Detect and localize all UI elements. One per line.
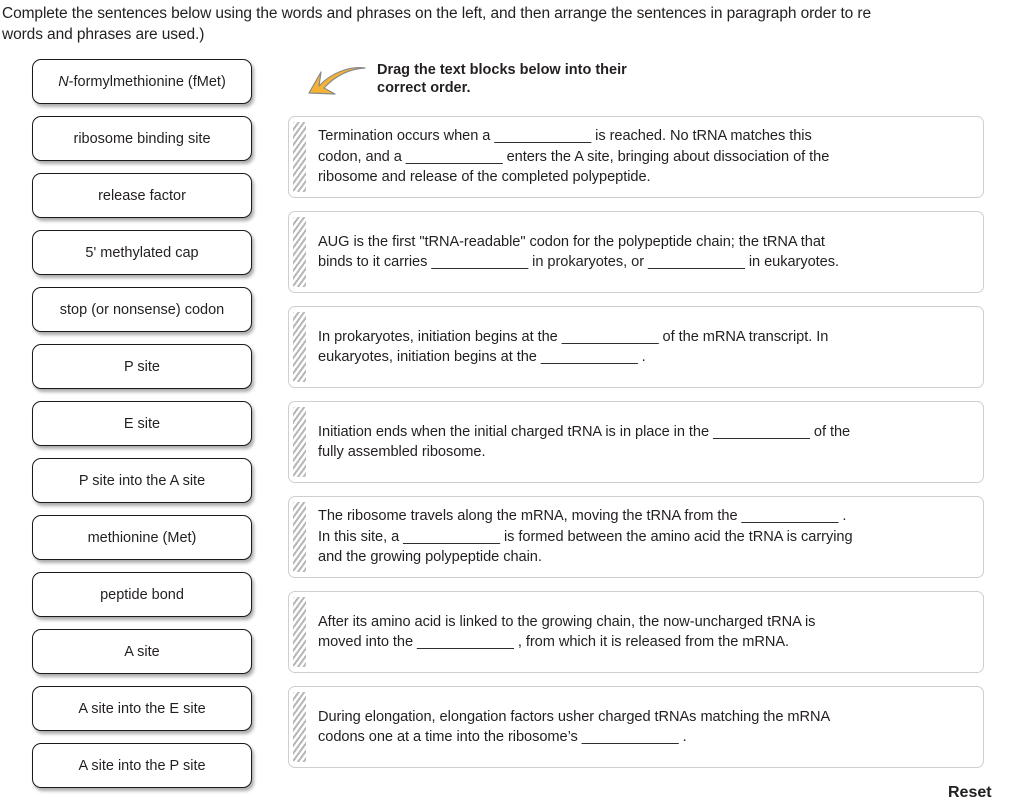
word-chip-a-site[interactable]: A site [32,629,252,674]
word-chip-stop-codon[interactable]: stop (or nonsense) codon [32,287,252,332]
page-instruction: Complete the sentences below using the w… [2,5,871,43]
drag-handle-icon[interactable] [293,502,306,572]
sentence-block-initiation-end[interactable]: Initiation ends when the initial charged… [288,401,984,483]
sentence-block-text: The ribosome travels along the mRNA, mov… [318,508,853,566]
drag-handle-icon[interactable] [293,692,306,762]
drag-handle-icon[interactable] [293,312,306,382]
word-chip-methionine[interactable]: methionine (Met) [32,515,252,560]
sentence-block-text: Initiation ends when the initial charged… [318,423,851,461]
drag-handle-icon[interactable] [293,217,306,287]
word-chip-p-site[interactable]: P site [32,344,252,389]
word-chip-label: -formylmethionine (fMet) [68,73,226,90]
reset-button[interactable]: Reset [948,784,992,802]
sentence-block-uncharged-trna[interactable]: After its amino acid is linked to the gr… [288,591,984,673]
sentence-block-text: After its amino acid is linked to the gr… [318,613,816,651]
drag-handle-icon[interactable] [293,407,306,477]
drag-handle-icon[interactable] [293,122,306,192]
word-chip-label: A site into the P site [78,757,206,774]
drag-callout: Drag the text blocks below into their co… [305,58,627,99]
sentence-block-aug-start-codon[interactable]: AUG is the first "tRNA-readable" codon f… [288,211,984,293]
word-bank: N -formylmethionine (fMet) ribosome bindi… [32,59,252,800]
sentence-block-text: Termination occurs when a ____________ i… [318,128,830,186]
word-chip-label: 5' methylated cap [85,244,199,261]
word-chip-label: stop (or nonsense) codon [59,301,225,318]
word-chip-label: peptide bond [100,586,184,603]
word-chip-label: ribosome binding site [73,130,211,147]
word-chip-release-factor[interactable]: release factor [32,173,252,218]
sentence-block-text: AUG is the first "tRNA-readable" codon f… [318,233,839,271]
word-chip-label: P site [123,358,160,375]
word-chip-label: E site [123,415,161,432]
word-chip-e-site[interactable]: E site [32,401,252,446]
word-chip-methylated-cap[interactable]: 5' methylated cap [32,230,252,275]
curved-arrow-down-left-icon [308,67,366,95]
sentence-block-text: During elongation, elongation factors us… [318,708,831,746]
word-chip-label: A site into the E site [78,700,206,717]
sentence-block-text: In prokaryotes, initiation begins at the… [318,328,829,366]
sentence-block-elongation[interactable]: During elongation, elongation factors us… [288,686,984,768]
drag-callout-label: Drag the text blocks below into their co… [377,62,627,96]
sentence-block-ribosome-travels[interactable]: The ribosome travels along the mRNA, mov… [288,496,984,578]
word-chip-label: P site into the A site [78,472,206,489]
word-chip-label: release factor [98,187,186,204]
word-chip-label: methionine (Met) [87,529,197,546]
word-chip-peptide-bond[interactable]: peptide bond [32,572,252,617]
word-chip-label: A site [124,643,160,660]
word-chip-fmet[interactable]: N -formylmethionine (fMet) [32,59,252,104]
drag-handle-icon[interactable] [293,597,306,667]
word-chip-a-site-into-p-site[interactable]: A site into the P site [32,743,252,788]
word-chip-p-site-into-a-site[interactable]: P site into the A site [32,458,252,503]
word-chip-a-site-into-e-site[interactable]: A site into the E site [32,686,252,731]
sentence-block-termination[interactable]: Termination occurs when a ____________ i… [288,116,984,198]
word-chip-ribosome-binding-site[interactable]: ribosome binding site [32,116,252,161]
sentence-block-list: Termination occurs when a ____________ i… [288,116,984,781]
sentence-block-initiation-start[interactable]: In prokaryotes, initiation begins at the… [288,306,984,388]
word-chip-italic-prefix: N [58,73,69,90]
